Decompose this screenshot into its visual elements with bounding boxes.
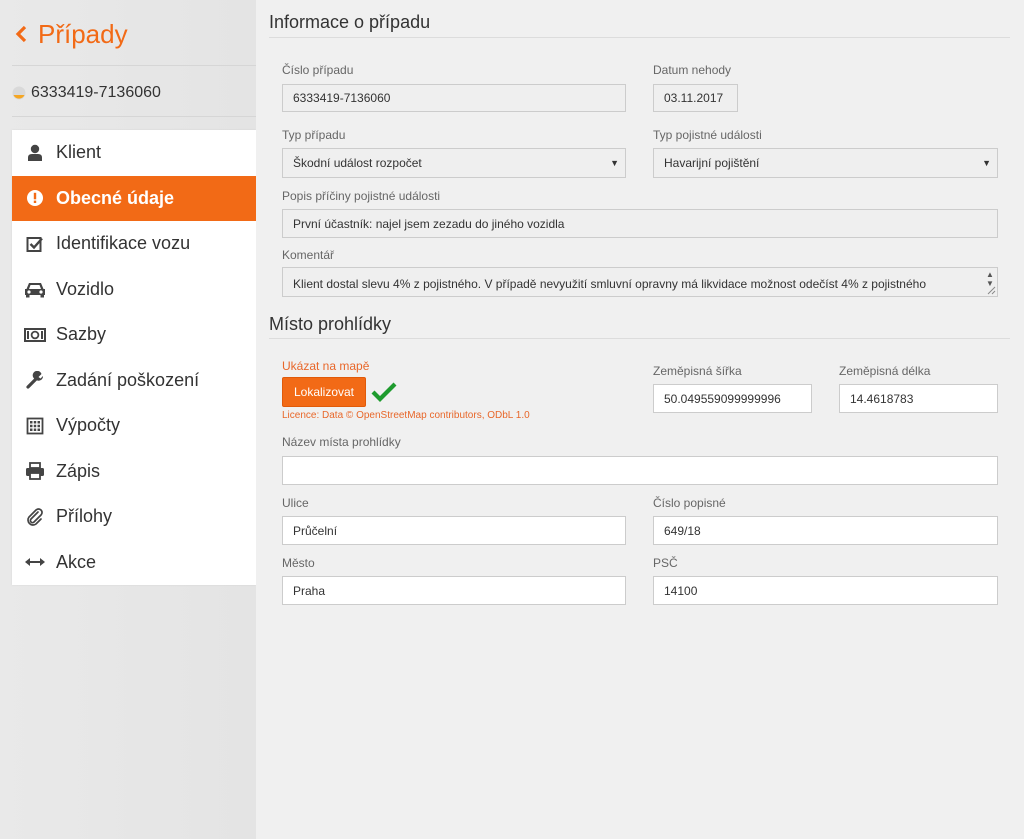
- money-icon: [24, 324, 46, 346]
- zip-field[interactable]: 14100: [653, 576, 998, 605]
- section-divider: [269, 338, 1010, 339]
- event-type-select[interactable]: Havarijní pojištění ▼: [653, 148, 998, 178]
- sidebar-item-obecne-udaje[interactable]: Obecné údaje: [12, 175, 256, 221]
- case-number-field[interactable]: 6333419-7136060: [282, 84, 626, 112]
- locate-button[interactable]: Lokalizovat: [282, 377, 366, 407]
- printer-icon: [24, 460, 46, 482]
- latitude-field[interactable]: 50.049559099999996: [653, 384, 812, 413]
- case-number-label: Číslo případu: [282, 63, 354, 77]
- sidebar-item-label: Zápis: [56, 460, 101, 481]
- sidebar-item-identifikace-vozu[interactable]: Identifikace vozu: [12, 221, 256, 267]
- checkmark-icon: [371, 382, 397, 402]
- sidebar-item-label: Identifikace vozu: [56, 233, 191, 254]
- show-on-map-link[interactable]: Ukázat na mapě: [282, 359, 369, 373]
- sidebar-item-label: Klient: [56, 142, 102, 163]
- section-title-inspection: Místo prohlídky: [269, 314, 392, 334]
- longitude-label: Zeměpisná délka: [839, 364, 931, 378]
- caret-down-icon: ▼: [610, 158, 619, 168]
- sidebar-item-zadani-poskozeni[interactable]: Zadání poškození: [12, 358, 256, 404]
- longitude-field[interactable]: 14.4618783: [839, 384, 998, 413]
- street-label: Ulice: [282, 496, 309, 510]
- case-type-value: Škodní událost rozpočet: [293, 156, 422, 170]
- sidebar-nav: Klient Obecné údaje Identifikace vozu Vo…: [12, 130, 256, 585]
- divider: [12, 65, 256, 66]
- sidebar-item-label: Sazby: [56, 324, 107, 345]
- check-square-icon: [24, 233, 46, 255]
- sidebar-item-label: Zadání poškození: [56, 369, 200, 390]
- status-dot-icon: [12, 86, 26, 100]
- place-name-label: Název místa prohlídky: [282, 435, 401, 449]
- divider: [12, 116, 256, 117]
- arrows-horizontal-icon: [24, 551, 46, 573]
- house-number-field[interactable]: 649/18: [653, 516, 998, 545]
- event-type-value: Havarijní pojištění: [664, 156, 760, 170]
- case-type-select[interactable]: Škodní událost rozpočet ▼: [282, 148, 626, 178]
- sidebar-item-akce[interactable]: Akce: [12, 540, 256, 586]
- zip-label: PSČ: [653, 556, 678, 570]
- sidebar: Případy 6333419-7136060 Klient Obecné úd…: [0, 0, 256, 839]
- user-icon: [24, 142, 46, 164]
- back-label: Případy: [38, 18, 128, 49]
- wrench-icon: [24, 369, 46, 391]
- exclamation-circle-icon: [24, 187, 46, 209]
- city-label: Město: [282, 556, 315, 570]
- sidebar-item-klient[interactable]: Klient: [12, 130, 256, 176]
- sidebar-item-label: Výpočty: [56, 415, 121, 436]
- sidebar-item-zapis[interactable]: Zápis: [12, 449, 256, 495]
- sidebar-item-sazby[interactable]: Sazby: [12, 312, 256, 358]
- event-type-label: Typ pojistné události: [653, 128, 762, 142]
- calculator-icon: [24, 415, 46, 437]
- latitude-label: Zeměpisná šířka: [653, 364, 742, 378]
- street-field[interactable]: Průčelní: [282, 516, 626, 545]
- chevron-left-icon: [15, 25, 27, 43]
- comment-textarea[interactable]: Klient dostal slevu 4% z pojistného. V p…: [282, 267, 998, 297]
- cause-field[interactable]: První účastník: najel jsem zezadu do jin…: [282, 209, 998, 238]
- case-type-label: Typ případu: [282, 128, 346, 142]
- city-field[interactable]: Praha: [282, 576, 626, 605]
- paperclip-icon: [24, 506, 46, 528]
- resize-grip-icon[interactable]: [987, 286, 996, 295]
- section-divider: [269, 37, 1010, 38]
- sidebar-item-vypocty[interactable]: Výpočty: [12, 403, 256, 449]
- back-to-cases-link[interactable]: Případy: [12, 18, 128, 50]
- accident-date-label: Datum nehody: [653, 63, 732, 77]
- accident-date-field[interactable]: 03.11.2017: [653, 84, 738, 112]
- sidebar-item-prilohy[interactable]: Přílohy: [12, 494, 256, 540]
- sidebar-item-label: Akce: [56, 551, 97, 572]
- car-icon: [24, 278, 46, 300]
- sidebar-item-vozidlo[interactable]: Vozidlo: [12, 267, 256, 313]
- place-name-field[interactable]: [282, 456, 998, 485]
- cause-label: Popis příčiny pojistné události: [282, 189, 441, 203]
- sidebar-item-label: Přílohy: [56, 506, 113, 527]
- caret-down-icon: ▼: [982, 158, 991, 168]
- sidebar-item-label: Obecné údaje: [56, 187, 175, 208]
- house-number-label: Číslo popisné: [653, 496, 726, 510]
- sidebar-item-label: Vozidlo: [56, 278, 115, 299]
- section-title-info: Informace o případu: [269, 12, 431, 32]
- main-content: Informace o případu Číslo případu 633341…: [256, 0, 1024, 839]
- case-number-indicator: 6333419-7136060: [12, 84, 161, 102]
- licence-text: Licence: Data © OpenStreetMap contributo…: [282, 410, 530, 421]
- comment-text: Klient dostal slevu 4% z pojistného. V p…: [293, 277, 926, 291]
- comment-label: Komentář: [282, 248, 335, 262]
- case-number-text: 6333419-7136060: [31, 84, 161, 101]
